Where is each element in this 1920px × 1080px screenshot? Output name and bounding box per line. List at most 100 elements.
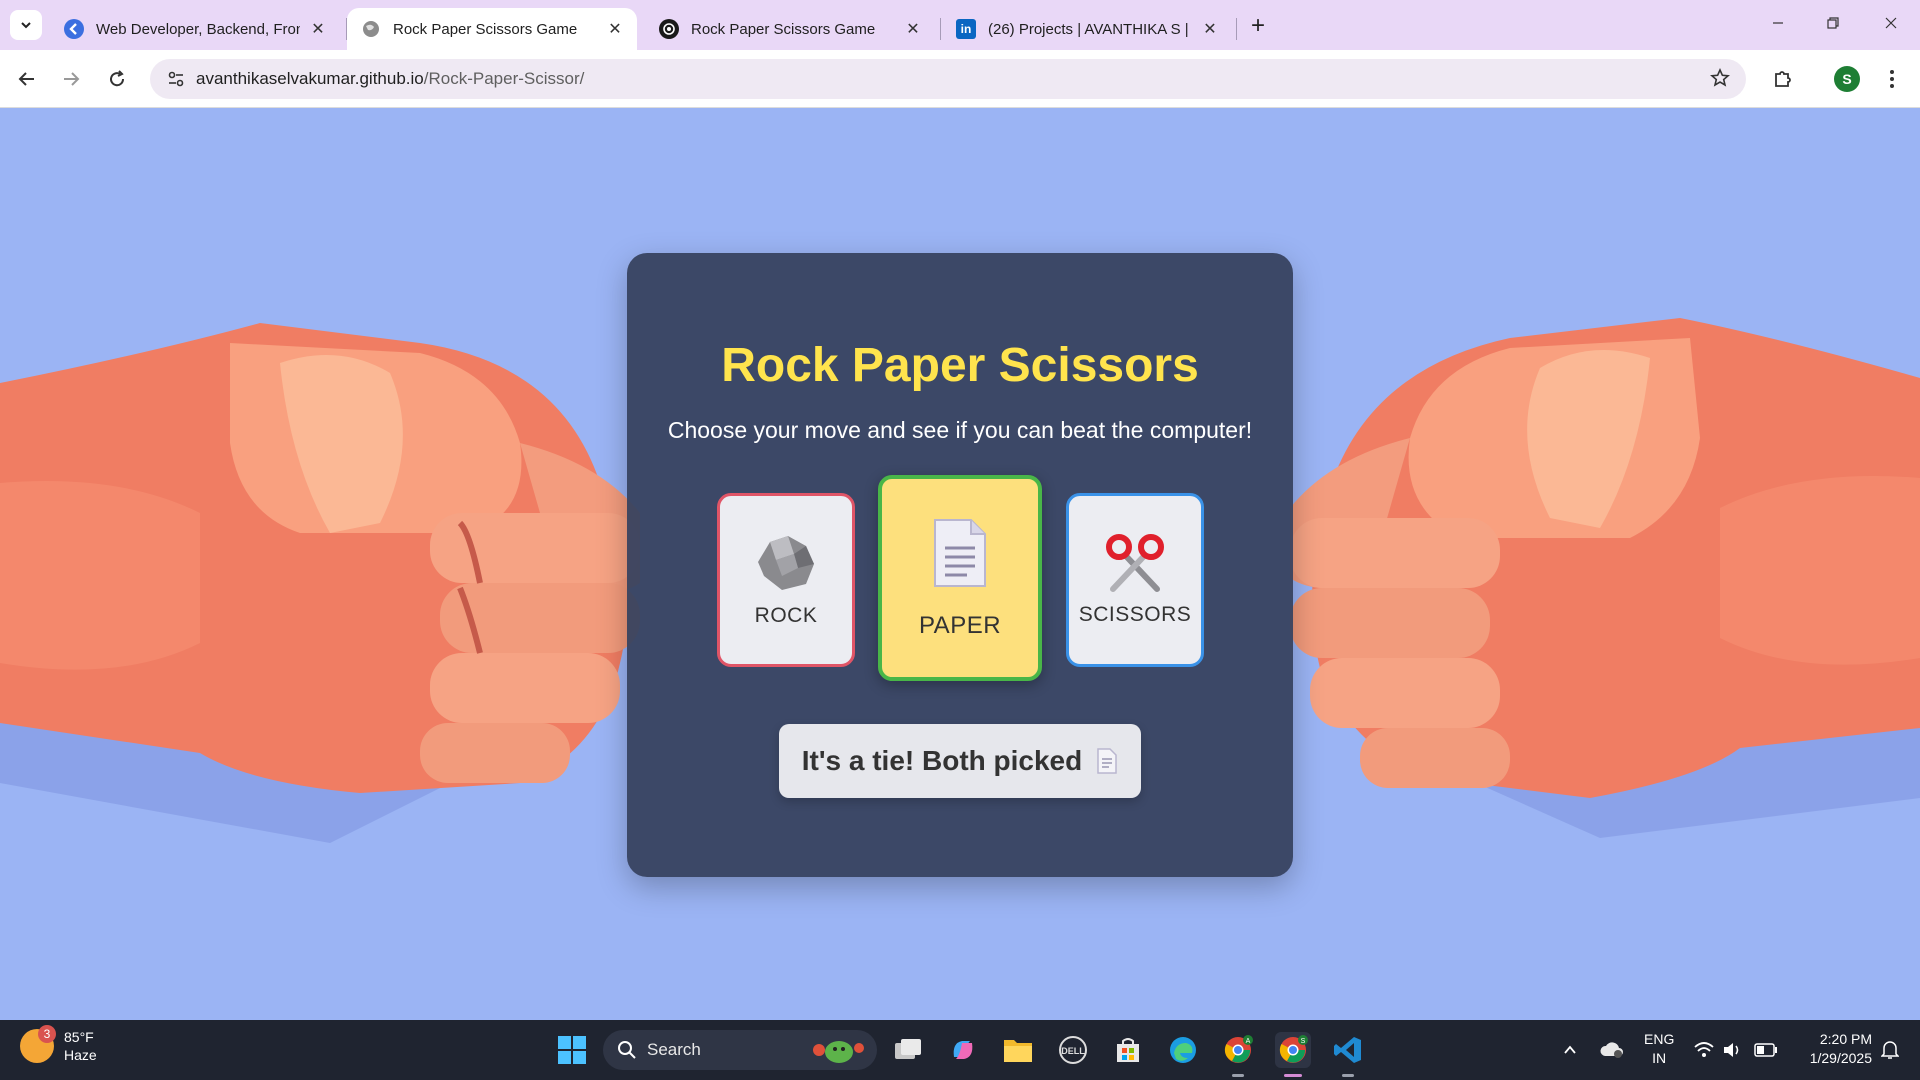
vscode-icon: [1334, 1037, 1361, 1063]
dell-logo-icon: DELL: [1059, 1036, 1087, 1064]
restore-icon: [1827, 17, 1839, 29]
close-icon[interactable]: ✕: [1200, 19, 1220, 39]
edge-button[interactable]: [1165, 1032, 1201, 1068]
left-fist-illustration: [0, 323, 640, 843]
scissors-icon: [1106, 534, 1164, 592]
svg-text:DELL: DELL: [1061, 1046, 1085, 1056]
minimize-button[interactable]: [1755, 8, 1801, 38]
windows-logo-icon: [558, 1036, 586, 1064]
battery-icon: [1754, 1043, 1777, 1057]
reload-icon: [110, 70, 125, 87]
language-line-2: IN: [1652, 1050, 1667, 1066]
active-indicator: [1284, 1074, 1302, 1077]
browser-toolbar: avanthikaselvakumar.github.io/Rock-Paper…: [0, 50, 1920, 108]
copilot-icon: [953, 1041, 973, 1059]
rock-label: ROCK: [754, 604, 818, 627]
url-path: /Rock-Paper-Scissor/: [423, 69, 585, 88]
close-window-button[interactable]: [1868, 8, 1914, 38]
clock-time: 2:20 PM: [1819, 1031, 1872, 1047]
minimize-icon: [1773, 22, 1783, 24]
scissors-label: SCISSORS: [1078, 603, 1192, 626]
onedrive-button[interactable]: [1594, 1032, 1630, 1068]
more-vert-icon: [1890, 70, 1894, 88]
tab-rock-paper-scissors-chatgpt[interactable]: Rock Paper Scissors Game ✕: [645, 8, 935, 50]
copilot-button[interactable]: [945, 1032, 981, 1068]
search-highlight-icon: [813, 1041, 864, 1063]
running-indicator: [1232, 1074, 1244, 1077]
tab-title: Rock Paper Scissors Game: [393, 20, 578, 38]
globe-icon: [361, 19, 381, 39]
scissors-button[interactable]: SCISSORS: [1066, 493, 1204, 667]
wifi-icon: [1694, 1042, 1714, 1057]
paper-icon: [934, 519, 986, 587]
new-tab-button[interactable]: +: [1244, 12, 1272, 40]
cloud-icon: [1600, 1042, 1623, 1058]
tab-title: Web Developer, Backend, Front: [96, 20, 300, 38]
start-button[interactable]: [554, 1032, 590, 1068]
tab-title: Rock Paper Scissors Game: [691, 20, 876, 38]
notification-badge: 3: [38, 1025, 56, 1043]
tab-divider: [940, 18, 941, 40]
file-explorer-button[interactable]: [1000, 1032, 1036, 1068]
search-icon: [618, 1041, 636, 1059]
dell-button[interactable]: DELL: [1055, 1032, 1091, 1068]
tab-search-button[interactable]: [10, 10, 42, 40]
edge-icon: [1170, 1037, 1196, 1063]
taskbar-search[interactable]: Search: [603, 1030, 877, 1070]
tab-linkedin-projects[interactable]: in (26) Projects | AVANTHIKA S | Li ✕: [942, 8, 1232, 50]
browser-menu-button[interactable]: [1880, 64, 1904, 94]
right-fist-illustration: [1290, 318, 1920, 838]
page-viewport: Rock Paper Scissors Choose your move and…: [0, 108, 1920, 1020]
paper-label: PAPER: [918, 612, 1002, 639]
reload-button[interactable]: [102, 64, 132, 94]
chrome-profile-a-button[interactable]: A: [1220, 1032, 1256, 1077]
running-indicator: [1342, 1074, 1354, 1077]
battery-button[interactable]: [1748, 1032, 1784, 1068]
bell-icon: [1881, 1041, 1899, 1059]
system-clock[interactable]: 2:20 PM 1/29/2025: [1790, 1030, 1872, 1068]
tray-overflow-button[interactable]: [1552, 1032, 1588, 1068]
game-card: Rock Paper Scissors Choose your move and…: [627, 253, 1293, 877]
tab-rock-paper-scissors-active[interactable]: Rock Paper Scissors Game ✕: [347, 8, 637, 50]
notifications-button[interactable]: [1872, 1032, 1908, 1068]
chevron-up-icon: [1564, 1045, 1576, 1054]
chrome-icon: A: [1224, 1035, 1253, 1063]
store-icon: [1117, 1038, 1139, 1062]
profile-avatar[interactable]: S: [1834, 66, 1860, 92]
address-bar[interactable]: avanthikaselvakumar.github.io/Rock-Paper…: [150, 59, 1746, 99]
site-settings-icon[interactable]: [156, 70, 196, 88]
volume-button[interactable]: [1714, 1032, 1750, 1068]
folder-icon: [1004, 1040, 1032, 1062]
paper-button[interactable]: PAPER: [878, 475, 1042, 681]
tab-web-developer[interactable]: Web Developer, Backend, Front ✕: [50, 8, 340, 50]
linkedin-icon: in: [956, 19, 976, 39]
bookmark-star-icon[interactable]: [1710, 68, 1730, 93]
rock-button[interactable]: ROCK: [717, 493, 855, 667]
close-icon[interactable]: ✕: [605, 19, 625, 39]
svg-text:S: S: [1301, 1038, 1306, 1045]
chrome-icon: S: [1279, 1035, 1308, 1063]
game-subtitle: Choose your move and see if you can beat…: [667, 417, 1253, 443]
clock-date: 1/29/2025: [1809, 1050, 1872, 1066]
search-label: Search: [647, 1040, 701, 1059]
microsoft-store-button[interactable]: [1110, 1032, 1146, 1068]
task-view-button[interactable]: [890, 1032, 926, 1068]
weather-temp: 85°F: [64, 1029, 94, 1045]
extensions-button[interactable]: [1768, 64, 1798, 94]
close-icon[interactable]: ✕: [308, 19, 328, 39]
close-icon[interactable]: ✕: [903, 19, 923, 39]
forward-button[interactable]: [56, 64, 86, 94]
url-text: avanthikaselvakumar.github.io/Rock-Paper…: [196, 69, 584, 89]
arrow-right-icon: [64, 72, 80, 86]
game-title: Rock Paper Scissors: [721, 339, 1199, 392]
task-view-icon: [895, 1039, 921, 1059]
language-indicator[interactable]: ENG IN: [1644, 1030, 1674, 1068]
chrome-profile-s-button[interactable]: S: [1275, 1032, 1311, 1077]
k-blue-icon: [64, 19, 84, 39]
vscode-button[interactable]: [1330, 1032, 1366, 1077]
back-button[interactable]: [12, 64, 42, 94]
restore-button[interactable]: [1810, 8, 1856, 38]
weather-widget[interactable]: 3 85°F Haze: [20, 1025, 97, 1064]
speaker-icon: [1724, 1043, 1739, 1057]
weather-haze-icon: 3: [20, 1025, 56, 1063]
